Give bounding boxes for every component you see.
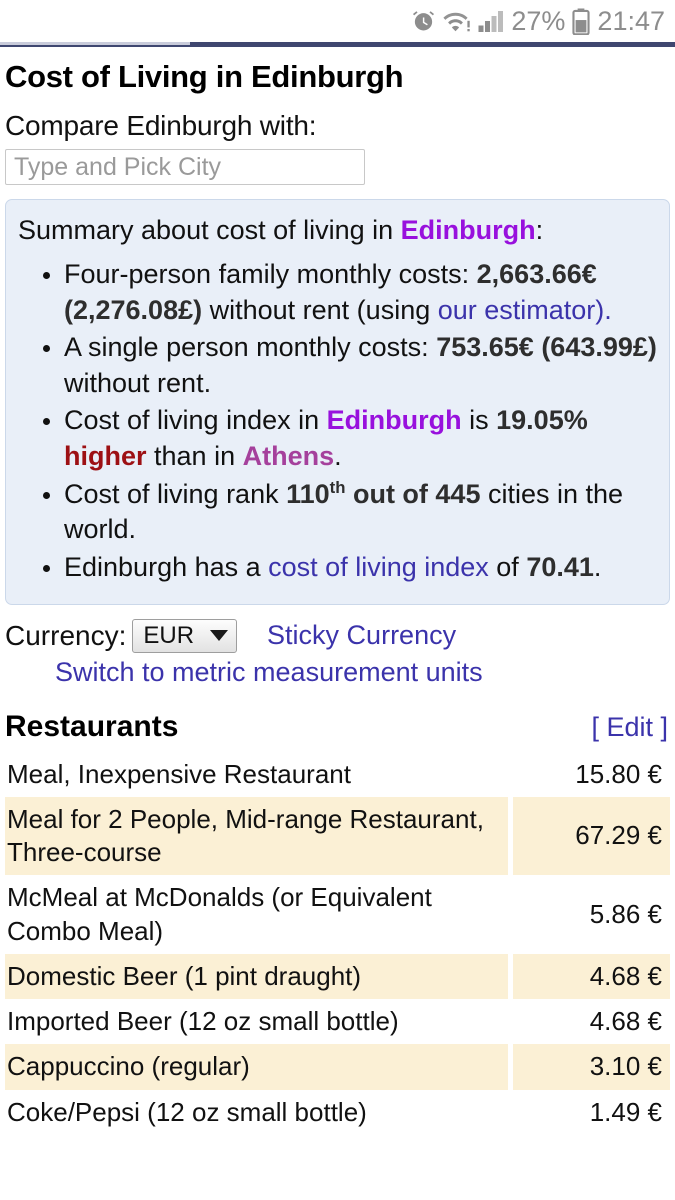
cellular-signal-icon: [478, 9, 504, 34]
currency-label: Currency:: [5, 620, 126, 652]
summary-bullet-index-comparison: Cost of living index in Edinburgh is 19.…: [64, 403, 657, 474]
switch-metric-units-link[interactable]: Switch to metric measurement units: [55, 657, 483, 687]
family-cost-eur: 2,663.66€: [477, 259, 597, 289]
item-name-cell: McMeal at McDonalds (or Equivalent Combo…: [5, 875, 508, 954]
page-title: Cost of Living in Edinburgh: [5, 59, 670, 95]
summary-bullet-single-cost: A single person monthly costs: 753.65€ (…: [64, 330, 657, 401]
table-row[interactable]: Coke/Pepsi (12 oz small bottle)1.49 €: [5, 1090, 670, 1135]
alarm-clock-icon: [411, 9, 436, 34]
restaurants-section-header: Restaurants [ Edit ]: [5, 710, 670, 744]
item-name-cell: Domestic Beer (1 pint draught): [5, 954, 508, 999]
index-compare-mid2: than in: [147, 441, 243, 471]
summary-heading-prefix: Summary about cost of living in: [18, 215, 401, 245]
item-price-cell: 15.80 €: [513, 752, 670, 797]
family-cost-suffix: ).: [595, 295, 612, 325]
clock-time-label: 21:47: [597, 8, 665, 35]
compare-city-label: Compare Edinburgh with:: [5, 110, 670, 142]
index-compare-percent: 19.05%: [496, 405, 588, 435]
single-cost-eur: 753.65€: [436, 332, 534, 362]
item-price-cell: 67.29 €: [513, 797, 670, 876]
summary-heading: Summary about cost of living in Edinburg…: [18, 214, 657, 247]
item-name-cell: Imported Beer (12 oz small bottle): [5, 999, 508, 1044]
sticky-currency-link[interactable]: Sticky Currency: [267, 620, 456, 651]
rank-value: 110: [286, 479, 330, 509]
rank-mid: out of 445: [345, 479, 480, 509]
index-value-prefix: Edinburgh has a: [64, 552, 268, 582]
status-bar: 27% 21:47: [0, 0, 675, 42]
index-value-mid: of: [489, 552, 527, 582]
summary-heading-suffix: :: [536, 215, 544, 245]
rank-ordinal-suffix: th: [330, 478, 346, 497]
progress-bar-fill: [0, 42, 190, 45]
wifi-icon: [443, 9, 471, 34]
single-cost-prefix: A single person monthly costs:: [64, 332, 436, 362]
index-compare-other-city: Athens: [243, 441, 335, 471]
metric-units-row: Switch to metric measurement units: [5, 657, 670, 688]
section-title-restaurants: Restaurants: [5, 710, 178, 744]
index-value-number: 70.41: [526, 552, 594, 582]
single-cost-gbp: (643.99£): [541, 332, 657, 362]
item-name-cell: Coke/Pepsi (12 oz small bottle): [5, 1090, 508, 1135]
table-row[interactable]: Cappuccino (regular)3.10 €: [5, 1044, 670, 1089]
rank-prefix: Cost of living rank: [64, 479, 286, 509]
family-cost-prefix: Four-person family monthly costs:: [64, 259, 477, 289]
item-price-cell: 1.49 €: [513, 1090, 670, 1135]
item-price-cell: 4.68 €: [513, 954, 670, 999]
table-row[interactable]: Domestic Beer (1 pint draught)4.68 €: [5, 954, 670, 999]
item-price-cell: 4.68 €: [513, 999, 670, 1044]
table-row[interactable]: Meal, Inexpensive Restaurant15.80 €: [5, 752, 670, 797]
item-name-cell: Cappuccino (regular): [5, 1044, 508, 1089]
chevron-down-icon: [210, 630, 228, 641]
item-name-cell: Meal, Inexpensive Restaurant: [5, 752, 508, 797]
restaurants-table-body: Meal, Inexpensive Restaurant15.80 €Meal …: [5, 752, 670, 1135]
battery-percent-label: 27%: [511, 8, 565, 35]
summary-heading-city: Edinburgh: [401, 215, 536, 245]
page-content: Cost of Living in Edinburgh Compare Edin…: [0, 59, 675, 1135]
summary-bullet-family-cost: Four-person family monthly costs: 2,663.…: [64, 257, 657, 328]
index-compare-direction: higher: [64, 441, 147, 471]
cost-of-living-index-link[interactable]: cost of living index: [268, 552, 489, 582]
summary-bullet-list: Four-person family monthly costs: 2,663.…: [18, 257, 657, 586]
edit-restaurants-link[interactable]: [ Edit ]: [591, 712, 668, 743]
summary-bullet-rank: Cost of living rank 110th out of 445 cit…: [64, 477, 657, 548]
item-price-cell: 5.86 €: [513, 875, 670, 954]
index-compare-prefix: Cost of living index in: [64, 405, 327, 435]
currency-select-value: EUR: [143, 622, 194, 650]
index-compare-suffix: .: [334, 441, 342, 471]
item-price-cell: 3.10 €: [513, 1044, 670, 1089]
index-value-suffix: .: [594, 552, 602, 582]
restaurants-price-table: Meal, Inexpensive Restaurant15.80 €Meal …: [5, 752, 670, 1135]
page-load-divider: [0, 42, 675, 47]
our-estimator-link[interactable]: our estimator: [438, 295, 596, 325]
summary-bullet-index-value: Edinburgh has a cost of living index of …: [64, 550, 657, 586]
currency-select[interactable]: EUR: [132, 619, 237, 653]
family-cost-gbp: (2,276.08£): [64, 295, 202, 325]
family-cost-mid: without rent (using: [202, 295, 438, 325]
single-cost-suffix: without rent.: [64, 368, 211, 398]
table-row[interactable]: Imported Beer (12 oz small bottle)4.68 €: [5, 999, 670, 1044]
index-compare-mid1: is: [462, 405, 497, 435]
battery-icon: [572, 8, 590, 35]
item-name-cell: Meal for 2 People, Mid-range Restaurant,…: [5, 797, 508, 876]
index-compare-city: Edinburgh: [327, 405, 462, 435]
summary-box: Summary about cost of living in Edinburg…: [5, 199, 670, 605]
city-search-input[interactable]: [5, 149, 365, 185]
currency-row: Currency: EUR Sticky Currency: [5, 619, 670, 653]
table-row[interactable]: Meal for 2 People, Mid-range Restaurant,…: [5, 797, 670, 876]
table-row[interactable]: McMeal at McDonalds (or Equivalent Combo…: [5, 875, 670, 954]
